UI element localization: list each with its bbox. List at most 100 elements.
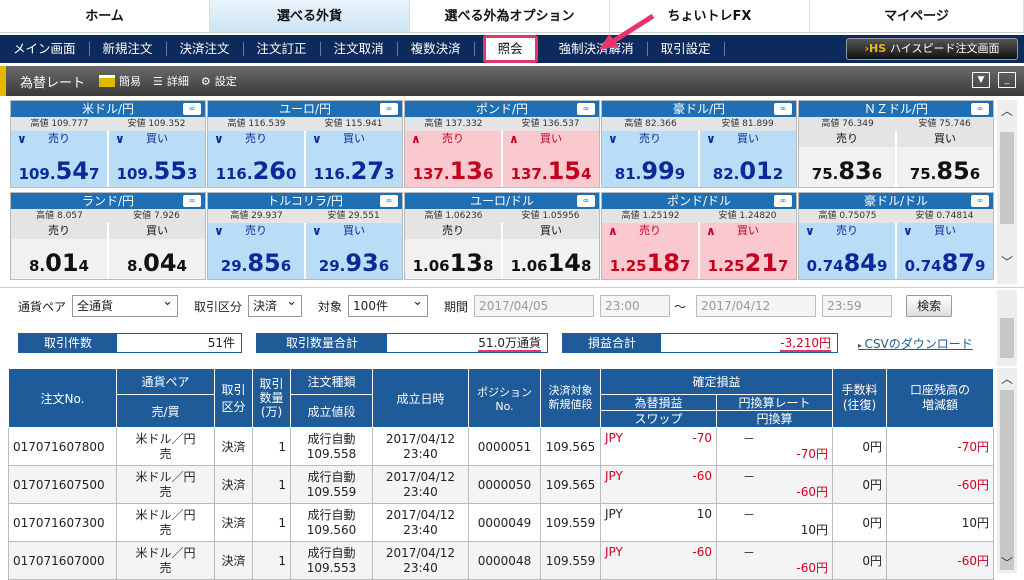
buy-price-cell[interactable]: ∨ 買い 0.74 87 9 <box>897 223 993 279</box>
sub-nav: メイン画面 新規注文 決済注文 注文訂正 注文取消 複数決済 照会 強制決済解消 取引設定 ›HS… <box>0 35 1024 63</box>
table-row[interactable]: 017071607500 米ドル／円売 決済 1 成行自動 109.559 201… <box>8 465 994 504</box>
summary-row: 取引件数 51件 取引数量合計 51.0万通貨 損益合計 -3,210円 ▸ CSVの… <box>18 333 973 353</box>
collapse-icon[interactable]: ▼ <box>972 72 990 88</box>
filter-bar: 通貨ペア 全通貨 取引区分 決済 対象 100件 期間 2017/04/05 2… <box>18 292 988 317</box>
rate-panel[interactable]: ポンド/円 ∞ 高値 137.332 安値 136.537 ∧ 売り 137. 13 6… <box>404 100 600 188</box>
balance-change-cell: -60円 <box>886 465 994 504</box>
type-select[interactable]: 決済 <box>248 292 303 317</box>
table-row[interactable]: 017071607800 米ドル／円売 決済 1 成行自動 109.558 201… <box>8 427 994 466</box>
scroll-thumb[interactable] <box>1000 132 1014 224</box>
fee-cell: 0円 <box>832 503 887 542</box>
sell-price-cell[interactable]: 売り 1.06 13 8 <box>405 223 501 279</box>
time-to-select[interactable]: 23:59 <box>822 295 893 317</box>
link-icon[interactable]: ∞ <box>971 103 989 115</box>
link-icon[interactable]: ∞ <box>380 103 398 115</box>
target-select[interactable]: 100件 <box>348 292 429 317</box>
buy-price-cell[interactable]: ∨ 買い 82. 01 2 <box>700 131 796 187</box>
sell-price-cell[interactable]: ∨ 売り 29. 85 6 <box>208 223 304 279</box>
link-icon[interactable]: ∞ <box>183 103 201 115</box>
buy-price-cell[interactable]: ∨ 買い 116. 27 3 <box>306 131 402 187</box>
buy-price-cell[interactable]: ∨ 買い 109. 55 3 <box>109 131 205 187</box>
simple-view-icon <box>99 75 116 87</box>
minimize-icon[interactable]: _ <box>998 72 1016 88</box>
top-nav-item-4[interactable]: マイページ <box>810 0 1024 32</box>
yen-conv-cell: － -60円 <box>716 465 833 504</box>
sell-price-cell[interactable]: ∨ 売り 0.74 84 9 <box>799 223 895 279</box>
sell-price-cell[interactable]: ∧ 売り 137. 13 6 <box>405 131 501 187</box>
top-nav-item-3[interactable]: ちょいトレFX <box>610 0 810 32</box>
buy-price: 8. 04 4 <box>127 249 187 277</box>
scroll-down-icon[interactable]: ﹀ <box>997 253 1017 270</box>
rate-panel[interactable]: ユーロ/円 ∞ 高値 116.539 安値 115.941 ∨ 売り 116. 26 0… <box>207 100 403 188</box>
date-from-input[interactable]: 2017/04/05 <box>474 295 595 317</box>
sub-nav-item-0[interactable]: メイン画面 <box>0 42 90 56</box>
rate-panel[interactable]: 米ドル/円 ∞ 高値 109.777 安値 109.352 ∨ 売り 109. 54 7… <box>10 100 206 188</box>
buy-price-cell[interactable]: 買い 1.06 14 8 <box>503 223 599 279</box>
table-scrollbar[interactable]: ︿ ﹀ <box>997 368 1017 573</box>
sub-nav-item-2[interactable]: 決済注文 <box>167 42 244 56</box>
sub-nav-item-1[interactable]: 新規注文 <box>90 42 167 56</box>
buy-price-cell[interactable]: 買い 75. 85 6 <box>897 131 993 187</box>
scroll-up-icon[interactable]: ︿ <box>997 102 1017 119</box>
sell-price-cell[interactable]: ∧ 売り 1.25 18 7 <box>602 223 698 279</box>
rate-panel[interactable]: ポンド/ドル ∞ 高値 1.25192 安値 1.24820 ∧ 売り 1.25 18… <box>601 192 797 280</box>
time-from-select[interactable]: 23:00 <box>600 295 671 317</box>
sub-nav-item-6[interactable]: 照会 <box>482 35 538 63</box>
table-row[interactable]: 017071607300 米ドル／円売 決済 1 成行自動 109.560 201… <box>8 503 994 542</box>
sub-nav-item-4[interactable]: 注文取消 <box>321 42 398 56</box>
link-icon[interactable]: ∞ <box>971 195 989 207</box>
sub-nav-item-5[interactable]: 複数決済 <box>398 42 475 56</box>
rate-panel[interactable]: 豪ドル/ドル ∞ 高値 0.75075 安値 0.74814 ∨ 売り 0.74 84… <box>798 192 994 280</box>
header-swap: スワップ <box>634 412 683 426</box>
high-speed-order-button[interactable]: ›HS ハイスピード注文画面 <box>846 38 1018 60</box>
rate-panels-scrollbar[interactable]: ︿ ﹀ <box>997 100 1017 284</box>
buy-price-cell[interactable]: ∧ 買い 137. 15 4 <box>503 131 599 187</box>
date-to-input[interactable]: 2017/04/12 <box>696 295 817 317</box>
sell-price-cell[interactable]: ∨ 売り 81. 99 9 <box>602 131 698 187</box>
rate-panel[interactable]: 豪ドル/円 ∞ 高値 82.366 安値 81.899 ∨ 売り 81. 99 9 ∨ … <box>601 100 797 188</box>
link-icon[interactable]: ∞ <box>380 195 398 207</box>
buy-price-cell[interactable]: ∧ 買い 1.25 21 7 <box>700 223 796 279</box>
buy-price-cell[interactable]: 買い 8. 04 4 <box>109 223 205 279</box>
rate-panel[interactable]: ＮＺドル/円 ∞ 高値 76.349 安値 75.746 売り 75. 83 6 買い … <box>798 100 994 188</box>
kubun-cell: 決済 <box>214 503 253 542</box>
sell-price-cell[interactable]: 売り 8. 01 4 <box>11 223 107 279</box>
pair-select[interactable]: 全通貨 <box>72 292 179 317</box>
sub-nav-item-3[interactable]: 注文訂正 <box>244 42 321 56</box>
link-icon[interactable]: ∞ <box>183 195 201 207</box>
scroll-thumb[interactable] <box>1000 390 1014 570</box>
scroll-up-icon[interactable]: ︿ <box>997 370 1017 387</box>
top-nav-item-1[interactable]: 選べる外貨 <box>210 0 410 32</box>
rate-panel[interactable]: ランド/円 ∞ 高値 8.057 安値 7.926 売り 8. 01 4 買い 8. 04… <box>10 192 206 280</box>
link-icon[interactable]: ∞ <box>774 103 792 115</box>
sub-nav-item-7[interactable]: 強制決済解消 <box>546 42 648 56</box>
sell-price-cell[interactable]: ∨ 売り 116. 26 0 <box>208 131 304 187</box>
rate-panel[interactable]: ユーロ/ドル ∞ 高値 1.06236 安値 1.05956 売り 1.06 13 8 … <box>404 192 600 280</box>
sell-price-cell[interactable]: ∨ 売り 109. 54 7 <box>11 131 107 187</box>
history-table: 注文No. 通貨ペア 取引 区分 取引 数量 (万) 注文種類 成立日時 ポジシ… <box>8 368 994 580</box>
link-icon[interactable]: ∞ <box>577 103 595 115</box>
table-row[interactable]: 017071607000 米ドル／円売 決済 1 成行自動 109.553 201… <box>8 541 994 580</box>
trade-qty-value: 51.0万通貨 <box>478 336 541 352</box>
scroll-down-icon[interactable]: ﹀ <box>997 554 1017 571</box>
filter-scrollbar[interactable] <box>997 290 1017 366</box>
settings-option[interactable]: ⚙ 設定 <box>201 73 237 89</box>
high-low-row: 高値 82.366 安値 81.899 <box>602 117 796 131</box>
buy-price-cell[interactable]: ∨ 買い 29. 93 6 <box>306 223 402 279</box>
panel-title: トルコリラ/円 ∞ <box>208 193 402 209</box>
scroll-thumb[interactable] <box>1000 318 1014 358</box>
link-icon[interactable]: ∞ <box>774 195 792 207</box>
link-icon[interactable]: ∞ <box>577 195 595 207</box>
search-button[interactable]: 検索 <box>906 295 953 317</box>
target-label: 対象 <box>318 299 343 314</box>
sell-price-cell[interactable]: 売り 75. 83 6 <box>799 131 895 187</box>
sell-price: 75. 83 6 <box>811 157 883 185</box>
detail-view-option[interactable]: ☰ 詳細 <box>153 73 189 89</box>
rate-panel[interactable]: トルコリラ/円 ∞ 高値 29.937 安値 29.551 ∨ 売り 29. 85 6 … <box>207 192 403 280</box>
sub-nav-item-8[interactable]: 取引設定 <box>648 42 725 56</box>
top-nav-item-0[interactable]: ホーム <box>0 0 210 32</box>
csv-download-link[interactable]: ▸ CSVのダウンロード <box>858 335 973 352</box>
simple-view-option[interactable]: 簡易 <box>99 73 141 89</box>
top-nav-item-2[interactable]: 選べる外為オプション <box>410 0 610 32</box>
rate-bar: 為替レート 簡易 ☰ 詳細 ⚙ 設定 ▼ _ <box>0 66 1024 96</box>
